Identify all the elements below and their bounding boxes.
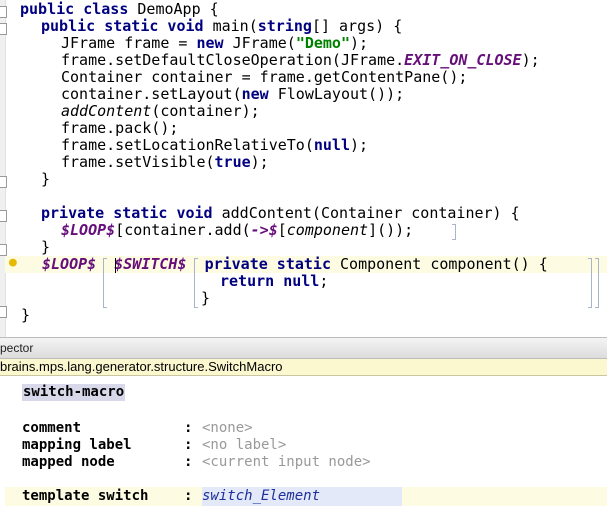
code-line[interactable]: return null; xyxy=(220,273,328,290)
code-text: JFrame( xyxy=(223,34,296,52)
keyword: string xyxy=(257,17,312,35)
code-text: DemoApp { xyxy=(128,0,219,18)
loop-macro[interactable]: $LOOP$ xyxy=(61,221,115,239)
text-caret xyxy=(115,258,116,273)
code-text: addContent(Container container) { xyxy=(212,204,520,222)
code-line[interactable]: } xyxy=(41,171,50,188)
code-line[interactable]: public class DemoApp { xyxy=(20,1,219,18)
loop-macro[interactable]: $LOOP$ xyxy=(42,255,96,273)
code-line[interactable]: JFrame frame = new JFrame("Demo"); xyxy=(61,35,368,52)
code-text: container.setLayout( xyxy=(61,85,242,103)
code-text: ); xyxy=(521,51,540,69)
code-text: ; xyxy=(319,272,329,290)
inspector-panel: switch-macro comment : <none> mapping la… xyxy=(0,376,607,516)
code-line[interactable]: container.setLayout(new FlowLayout()); xyxy=(61,86,404,103)
reference-macro[interactable]: ->$ xyxy=(251,221,278,239)
code-text: JFrame frame = xyxy=(61,34,197,52)
code-text: main( xyxy=(203,17,258,35)
code-line[interactable]: public static void main(string[] args) { xyxy=(41,18,402,35)
inspector-tab-header[interactable]: pector xyxy=(0,337,607,359)
keyword: return xyxy=(220,272,275,290)
code-text: [ xyxy=(277,221,287,239)
code-text: frame.setLocationRelativeTo( xyxy=(61,136,314,154)
code-text: frame.setVisible( xyxy=(61,153,215,171)
comment-value[interactable]: <none> xyxy=(202,420,253,437)
lightbulb-icon[interactable]: ● xyxy=(9,256,17,270)
code-text: (container); xyxy=(151,102,260,120)
comment-label: comment xyxy=(22,420,82,436)
fold-marker-icon[interactable] xyxy=(0,6,7,18)
colon: : xyxy=(184,437,193,453)
keyword: new xyxy=(241,85,269,103)
string-literal: "Demo" xyxy=(295,34,350,52)
keyword: public class xyxy=(20,0,129,18)
code-text: FlowLayout()); xyxy=(268,85,405,103)
code-line[interactable]: } xyxy=(41,239,50,256)
switch-macro[interactable]: $SWITCH$ xyxy=(114,255,186,273)
code-editor[interactable]: public class DemoApp { public static voi… xyxy=(0,0,607,337)
concept-path: brains.mps.lang.generator.structure.Swit… xyxy=(0,359,283,374)
keyword: public static void xyxy=(41,17,204,35)
code-line[interactable]: addContent(container); xyxy=(61,103,260,120)
colon: : xyxy=(184,454,193,470)
code-text: frame.setDefaultCloseOperation(JFrame. xyxy=(61,51,405,69)
code-text: [container.add( xyxy=(115,221,251,239)
template-switch-value[interactable]: switch_Element xyxy=(202,487,402,506)
keyword: new xyxy=(196,34,224,52)
code-text: Component component() { xyxy=(331,255,548,273)
macro-bracket xyxy=(452,224,456,240)
keyword: null xyxy=(283,272,320,290)
keyword: private static void xyxy=(41,204,213,222)
template-switch-reference[interactable]: switch_Element xyxy=(202,488,320,505)
code-text: ); xyxy=(250,153,269,171)
code-line[interactable]: $LOOP$[container.add(->$[component]()); xyxy=(61,222,413,239)
method-call: addContent xyxy=(61,102,152,120)
colon: : xyxy=(184,488,193,504)
fold-marker-icon[interactable] xyxy=(0,176,7,188)
code-line[interactable]: } xyxy=(201,290,210,307)
code-line[interactable]: private static void addContent(Container… xyxy=(41,205,520,222)
code-text: ]()); xyxy=(368,221,414,239)
code-line[interactable]: Container container = frame.getContentPa… xyxy=(61,69,467,86)
fold-marker-icon[interactable] xyxy=(0,23,7,35)
editor-gutter xyxy=(0,0,6,337)
code-text: ); xyxy=(350,34,369,52)
colon: : xyxy=(184,420,193,436)
macro-bracket xyxy=(595,258,599,308)
code-line[interactable]: } xyxy=(21,307,30,324)
mapping-label-value[interactable]: <no label> xyxy=(202,437,286,454)
static-field: EXIT_ON_CLOSE xyxy=(404,51,522,69)
code-line[interactable]: frame.pack(); xyxy=(61,120,178,137)
code-line[interactable]: frame.setDefaultCloseOperation(JFrame.EX… xyxy=(61,52,540,69)
mapped-node-label: mapped node xyxy=(22,454,115,470)
template-switch-label: template switch xyxy=(22,488,149,504)
fold-marker-icon[interactable] xyxy=(0,244,7,256)
keyword: private static xyxy=(204,255,331,273)
keyword: null xyxy=(313,136,350,154)
fold-marker-icon[interactable] xyxy=(0,306,7,318)
fold-marker-icon[interactable] xyxy=(0,210,7,222)
code-text: [] args) { xyxy=(311,17,403,35)
code-line[interactable]: frame.setVisible(true); xyxy=(61,154,269,171)
macro-bracket xyxy=(588,258,592,308)
code-line[interactable]: $LOOP$ $SWITCH$ private static Component… xyxy=(42,256,548,273)
component-reference[interactable]: component xyxy=(287,221,368,239)
inspector-title: pector xyxy=(0,341,34,355)
mapping-label-label: mapping label xyxy=(22,437,132,453)
concept-name[interactable]: switch-macro xyxy=(22,384,126,401)
code-line[interactable]: frame.setLocationRelativeTo(null); xyxy=(61,137,368,154)
keyword: true xyxy=(214,153,251,171)
mapped-node-value[interactable]: <current input node> xyxy=(202,454,371,471)
code-text: ); xyxy=(350,136,369,154)
concept-path-bar: brains.mps.lang.generator.structure.Swit… xyxy=(0,359,607,376)
